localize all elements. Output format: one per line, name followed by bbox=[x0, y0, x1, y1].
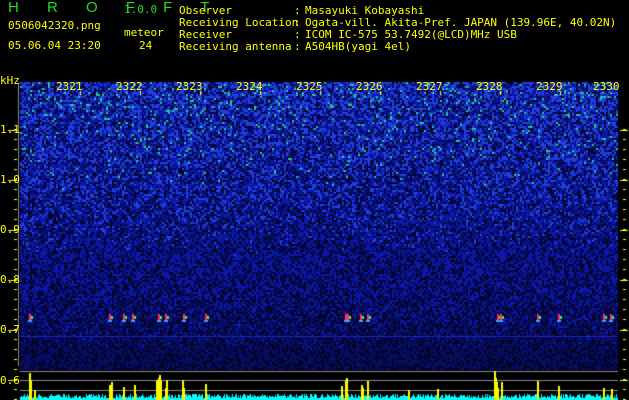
time-tick: 2328 bbox=[476, 80, 503, 93]
time-tick: 2329 bbox=[536, 80, 563, 93]
freq-tick: 0.6 bbox=[0, 374, 20, 387]
time-tick: 2323 bbox=[176, 80, 203, 93]
freq-unit: kHz bbox=[0, 74, 20, 87]
time-tick: 2325 bbox=[296, 80, 323, 93]
time-tick: 2330 bbox=[593, 80, 620, 93]
freq-tick: 1.0 bbox=[0, 173, 20, 186]
file-datetime: 05.06.04 23:20 bbox=[8, 39, 101, 52]
time-tick: 2321 bbox=[56, 80, 83, 93]
app-version: 1.0.0 bbox=[124, 3, 158, 16]
meteor-count: 24 bbox=[139, 39, 153, 52]
spectrogram bbox=[0, 0, 629, 400]
time-tick: 2326 bbox=[356, 80, 383, 93]
time-tick: 2327 bbox=[416, 80, 443, 93]
info-label-antenna: Receiving antenna bbox=[179, 40, 292, 53]
freq-tick: 0.8 bbox=[0, 273, 20, 286]
freq-tick: 0.7 bbox=[0, 323, 20, 336]
meteor-label: meteor bbox=[124, 26, 164, 39]
time-tick: 2324 bbox=[236, 80, 263, 93]
file-name: 0506042320.png bbox=[8, 19, 101, 32]
freq-tick: 1.1 bbox=[0, 123, 20, 136]
freq-tick: 0.9 bbox=[0, 223, 20, 236]
info-value-antenna: A504HB(yagi 4el) bbox=[305, 40, 411, 53]
time-tick: 2322 bbox=[116, 80, 143, 93]
